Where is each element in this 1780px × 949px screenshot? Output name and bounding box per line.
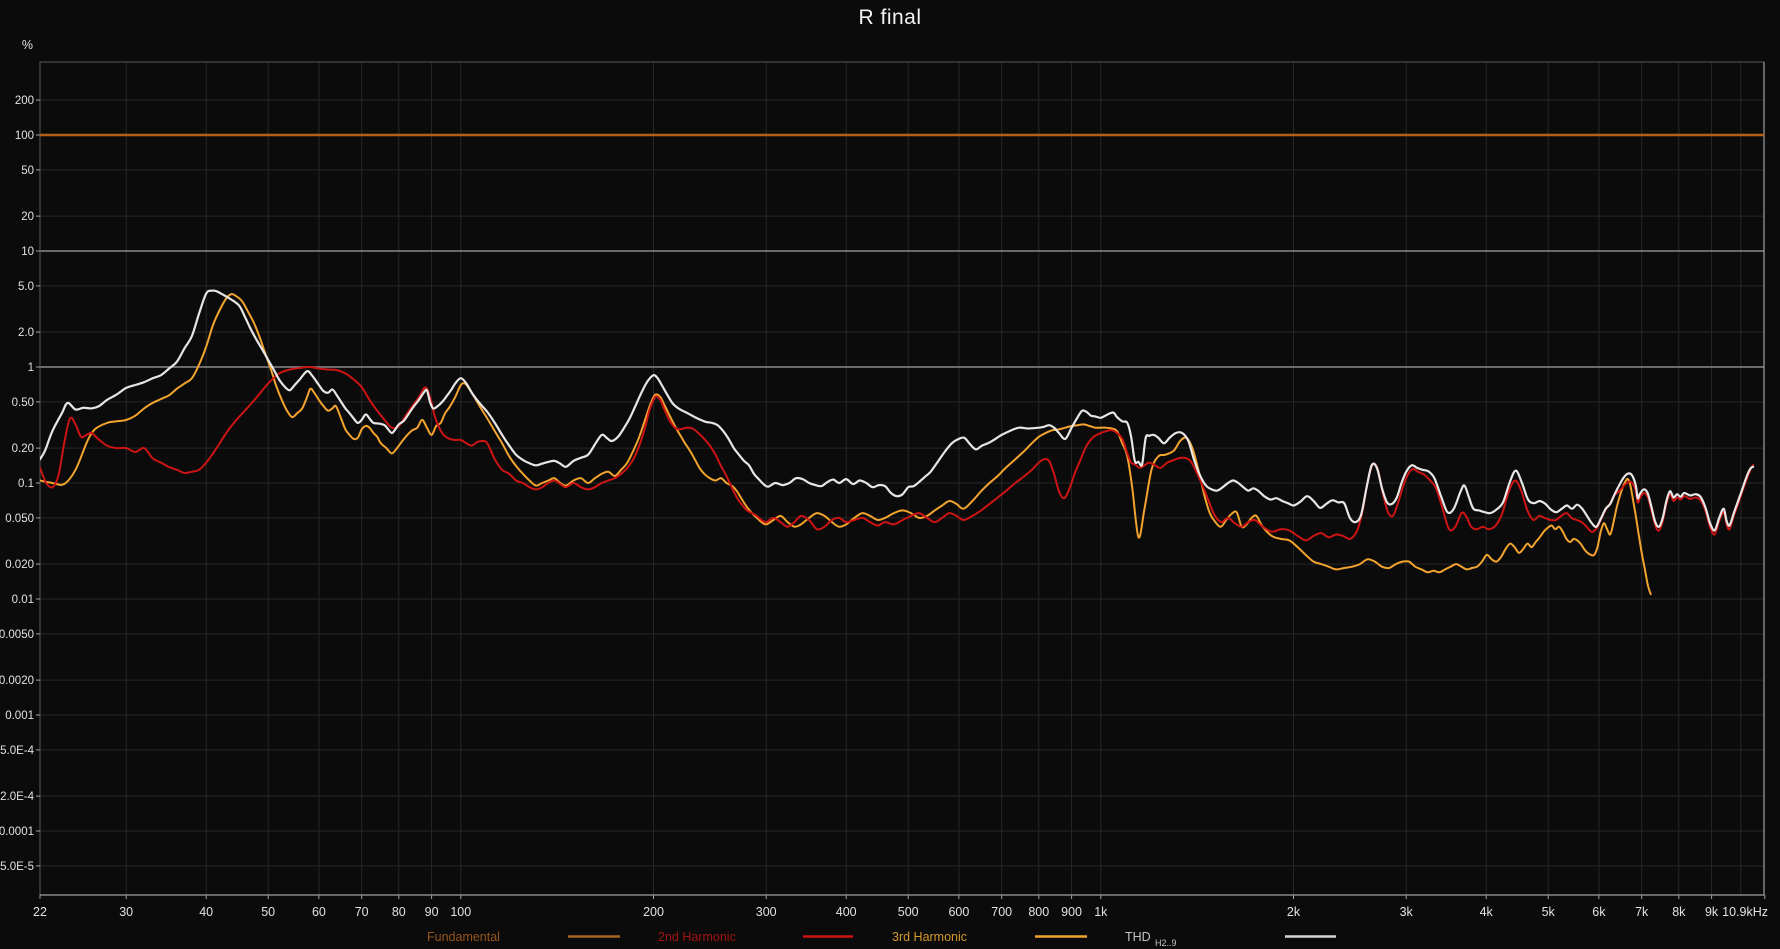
x-tick-label: 90 <box>425 905 439 919</box>
x-tick-label: 300 <box>756 905 777 919</box>
y-axis: 200 100 50 20 10 5.0 2.0 1 0.50 0.20 0.1 0.050 0.020… <box>0 38 40 873</box>
x-tick-label: 1k <box>1094 905 1108 919</box>
y-tick-label: 0.0001 <box>0 826 34 838</box>
x-tick-label: 30 <box>119 905 133 919</box>
legend-label-2nd-harmonic[interactable]: 2nd Harmonic <box>658 930 736 944</box>
x-tick-label: 700 <box>991 905 1012 919</box>
plot-area: 200 100 50 20 10 5.0 2.0 1 0.50 0.20 0.1 0.050 0.020… <box>0 38 1768 948</box>
y-tick-label: 0.001 <box>5 710 34 722</box>
distortion-chart: R final 200 100 50 20 10 5.0 2.0 1 0.50 0.20 0.1 0.… <box>0 0 1780 949</box>
y-tick-label: 5.0 <box>18 281 34 293</box>
y-tick-label: 0.50 <box>12 397 34 409</box>
x-tick-label: 8k <box>1672 905 1686 919</box>
x-tick-label: 5k <box>1542 905 1556 919</box>
x-tick-label: 40 <box>199 905 213 919</box>
x-tick-label: 10.9kHz <box>1722 905 1768 919</box>
x-tick-label: 22 <box>33 905 47 919</box>
x-tick-label: 4k <box>1480 905 1494 919</box>
plot-background <box>40 62 1764 895</box>
legend-label-subscript: H2..9 <box>1155 938 1177 948</box>
x-tick-label: 100 <box>450 905 471 919</box>
x-tick-label: 6k <box>1592 905 1606 919</box>
legend: Fundamental 2nd Harmonic 3rd Harmonic THD H2… <box>427 930 1336 948</box>
y-tick-label: 100 <box>15 130 34 142</box>
y-tick-label: 1 <box>28 362 34 374</box>
legend-label-thd[interactable]: THD <box>1125 930 1151 944</box>
y-tick-label: 50 <box>21 165 34 177</box>
y-tick-label: 0.050 <box>5 513 34 525</box>
y-tick-label: 0.0020 <box>0 675 34 687</box>
x-tick-label: 500 <box>898 905 919 919</box>
x-tick-label: 900 <box>1061 905 1082 919</box>
x-tick-label: 9k <box>1705 905 1719 919</box>
legend-label-fundamental[interactable]: Fundamental <box>427 930 500 944</box>
y-tick-label: 10 <box>21 246 34 258</box>
y-tick-label: 0.1 <box>18 478 34 490</box>
x-tick-label: 200 <box>643 905 664 919</box>
x-tick-label: 800 <box>1028 905 1049 919</box>
x-tick-label: 60 <box>312 905 326 919</box>
y-tick-label: 0.20 <box>12 443 34 455</box>
y-tick-label: 2.0 <box>18 327 34 339</box>
y-tick-label: 0.020 <box>5 559 34 571</box>
x-tick-label: 50 <box>261 905 275 919</box>
x-tick-label: 3k <box>1400 905 1414 919</box>
x-tick-label: 400 <box>836 905 857 919</box>
y-tick-label: 5.0E-4 <box>0 745 34 757</box>
y-tick-label: 20 <box>21 211 34 223</box>
y-tick-label: 200 <box>15 95 34 107</box>
y-tick-label: 2.0E-4 <box>0 791 34 803</box>
x-axis: 22 30 40 50 60 70 80 90 100 200 300 400 500 600 700 800… <box>33 895 1768 919</box>
y-tick-label: 0.0050 <box>0 629 34 641</box>
y-tick-label: 0.01 <box>12 594 34 606</box>
y-axis-unit-label: % <box>22 38 33 52</box>
x-tick-label: 70 <box>355 905 369 919</box>
x-tick-label: 7k <box>1635 905 1649 919</box>
x-tick-label: 2k <box>1287 905 1301 919</box>
x-tick-label: 80 <box>392 905 406 919</box>
x-tick-label: 600 <box>948 905 969 919</box>
y-tick-label: 5.0E-5 <box>0 861 34 873</box>
legend-label-3rd-harmonic[interactable]: 3rd Harmonic <box>892 930 967 944</box>
